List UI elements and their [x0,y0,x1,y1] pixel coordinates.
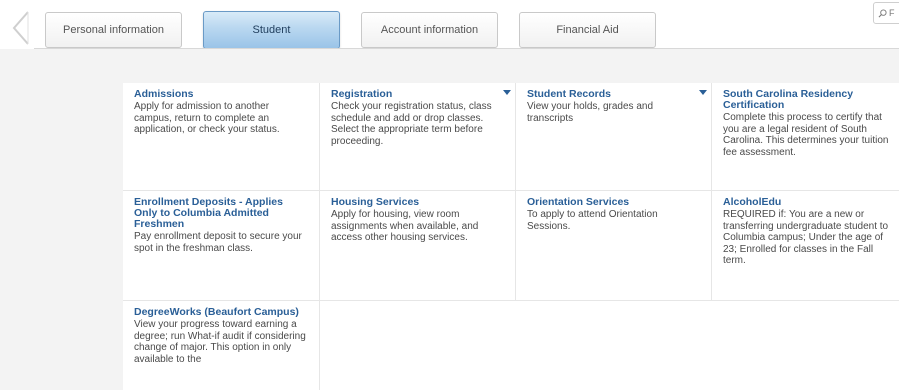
card-enrollment-deposits[interactable]: Enrollment Deposits - Applies Only to Co… [123,191,320,301]
card-student-records[interactable]: Student Records View your holds, grades … [516,83,712,191]
card-title[interactable]: Enrollment Deposits - Applies Only to Co… [134,197,309,230]
card-title[interactable]: South Carolina Residency Certification [723,89,889,111]
card-description: Check your registration status, class sc… [331,101,492,147]
card-title[interactable]: Student Records [527,89,701,100]
card-description: View your holds, grades and transcripts [527,101,654,124]
card-title[interactable]: AlcoholEdu [723,197,889,208]
card-description: Apply for housing, view room assignments… [331,209,479,243]
tab-account-information[interactable]: Account information [361,12,498,48]
card-registration[interactable]: Registration Check your registration sta… [320,83,516,191]
tab-label: Financial Aid [556,24,619,36]
card-alcoholedu[interactable]: AlcoholEdu REQUIRED if: You are a new or… [712,191,899,301]
card-title[interactable]: Registration [331,89,505,100]
card-housing-services[interactable]: Housing Services Apply for housing, view… [320,191,516,301]
search-icon [878,8,887,17]
dropdown-arrow-icon[interactable] [699,90,707,95]
card-orientation-services[interactable]: Orientation Services To apply to attend … [516,191,712,301]
card-title[interactable]: Orientation Services [527,197,701,208]
tab-label: Student [252,24,291,36]
card-sc-residency[interactable]: South Carolina Residency Certification C… [712,83,899,191]
student-services-grid: Admissions Apply for admission to anothe… [123,83,899,390]
tab-personal-information[interactable]: Personal information [45,12,182,48]
card-title[interactable]: Admissions [134,89,309,100]
search-input[interactable]: F [873,2,899,24]
card-description: REQUIRED if: You are a new or transferri… [723,209,889,266]
card-title[interactable]: Housing Services [331,197,505,208]
tab-label: Account information [380,24,479,36]
search-placeholder: F [889,8,895,18]
card-title[interactable]: DegreeWorks (Beaufort Campus) [134,307,309,318]
tab-financial-aid[interactable]: Financial Aid [519,12,656,48]
card-description: Complete this process to certify that yo… [723,112,889,158]
card-description: Apply for admission to another campus, r… [134,101,280,135]
card-description: View your progress toward earning a degr… [134,319,306,365]
dropdown-arrow-icon[interactable] [503,90,511,95]
tab-student[interactable]: Student [203,11,340,49]
card-description: Pay enrollment deposit to secure your sp… [134,231,302,254]
tab-label: Personal information [63,24,164,36]
top-navigation: Personal information Student Account inf… [0,0,899,49]
card-admissions[interactable]: Admissions Apply for admission to anothe… [123,83,320,191]
card-description: To apply to attend Orientation Sessions. [527,209,658,232]
back-arrow-icon[interactable] [6,8,36,48]
card-degreeworks-beaufort[interactable]: DegreeWorks (Beaufort Campus) View your … [123,301,320,390]
